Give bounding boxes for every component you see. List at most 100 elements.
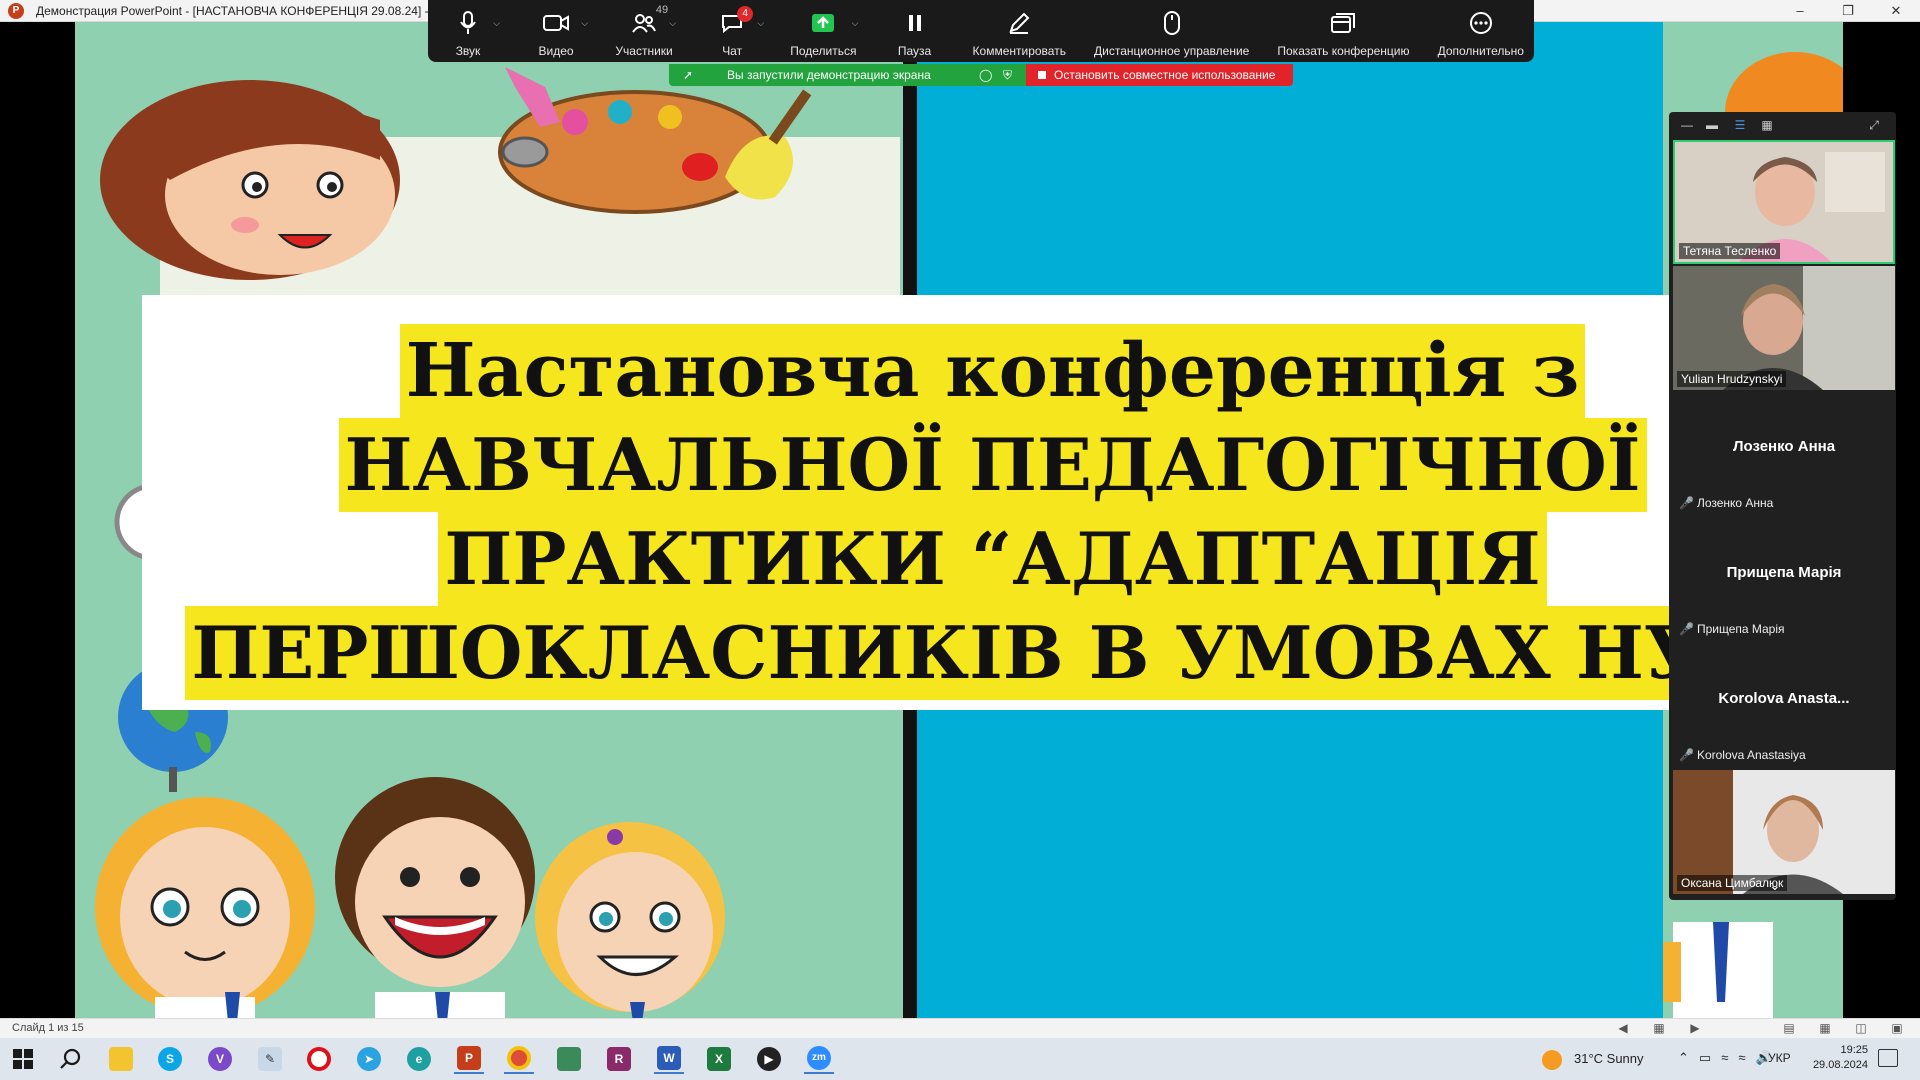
title-line-3: ПРАКТИКИ “АДАПТАЦІЯ	[438, 512, 1547, 606]
file-explorer-icon[interactable]	[106, 1044, 136, 1074]
chrome-icon[interactable]	[504, 1044, 534, 1074]
slide-sorter-icon[interactable]: ▦	[1816, 1021, 1834, 1036]
panel-header: — ▬ ☰ ▦ ⤢	[1669, 112, 1896, 138]
zoom-icon[interactable]: zm	[804, 1044, 834, 1074]
slide-title: Настановча конференція з НАВЧАЛЬНОЇ ПЕДА…	[142, 295, 1843, 700]
clock[interactable]: 19:25 29.08.2024	[1808, 1043, 1868, 1073]
viber-icon[interactable]: V	[205, 1044, 235, 1074]
network-icon[interactable]: ≈	[1721, 1050, 1728, 1066]
stop-icon	[1038, 71, 1046, 79]
video-button[interactable]: ⌵ Видео	[526, 0, 588, 62]
security-shield-icon[interactable]: ⛨	[1003, 64, 1012, 86]
chevron-up-icon[interactable]: ⌃	[1678, 1050, 1689, 1066]
boy-right-cartoon-icon	[1663, 922, 1773, 1018]
microphone-icon	[455, 10, 481, 36]
photos-icon[interactable]	[554, 1044, 584, 1074]
video-label: Видео	[538, 44, 574, 58]
windows-start-icon[interactable]	[8, 1044, 38, 1074]
chevron-down-icon[interactable]: ⌵	[852, 18, 859, 29]
participant-name: Прищепа Марія	[1696, 622, 1785, 636]
annotate-label: Комментировать	[972, 44, 1066, 58]
expand-icon[interactable]: ⤢	[1866, 118, 1882, 132]
minimize-panel-icon[interactable]: —	[1679, 118, 1695, 132]
chat-badge: 4	[737, 6, 754, 22]
chevron-down-icon[interactable]: ⌵	[581, 18, 588, 29]
participant-name-row: 🎤 Korolova Anastasiya	[1679, 748, 1806, 762]
title-line: Настановча конференція з	[142, 324, 1843, 418]
participant-tile-0[interactable]: Тетяна Тесленко	[1673, 140, 1895, 264]
participant-display-name: Korolova Anasta...	[1718, 690, 1850, 707]
more-label: Дополнительно	[1437, 44, 1524, 58]
skype-icon[interactable]: S	[155, 1044, 185, 1074]
word-icon[interactable]: W	[654, 1044, 684, 1074]
minimize-icon[interactable]: –	[1776, 0, 1824, 22]
title-line-2: НАВЧАЛЬНОЇ ПЕДАГОГІЧНОЇ	[338, 418, 1647, 512]
grid-view-icon[interactable]: ▦	[1759, 118, 1775, 132]
system-tray: ⌃ ▭ ≈ ≈ 🔊	[1678, 1050, 1772, 1066]
meeting-window-icon	[1330, 10, 1356, 36]
pencil-icon	[1006, 10, 1032, 36]
reading-view-icon[interactable]: ◫	[1852, 1021, 1870, 1036]
mouse-icon	[1159, 10, 1185, 36]
remote-control-button[interactable]: Дистанционное управление	[1094, 0, 1249, 62]
more-icon	[1468, 10, 1494, 36]
search-icon[interactable]	[56, 1044, 86, 1074]
next-slide-icon[interactable]: ▶	[1686, 1021, 1704, 1036]
participants-label: Участники	[615, 44, 673, 58]
winrar-icon[interactable]: R	[604, 1044, 634, 1074]
opera-icon[interactable]	[304, 1044, 334, 1074]
audio-label: Звук	[455, 44, 481, 58]
share-button[interactable]: ⌵ Поделиться	[790, 0, 859, 62]
wifi-icon[interactable]: ≈	[1738, 1050, 1745, 1066]
screen-share-status-bar[interactable]: ➚ Вы запустили демонстрацию экрана ◯ ⛨	[669, 64, 1026, 86]
participant-tile-2[interactable]: Лозенко Анна 🎤 Лозенко Анна	[1673, 392, 1895, 516]
participant-tile-3[interactable]: Прищепа Марія 🎤 Прищепа Марія	[1673, 518, 1895, 642]
participant-tile-5[interactable]: Оксана Цимбалюк	[1673, 770, 1895, 894]
paint-icon[interactable]: ✎	[255, 1044, 285, 1074]
title-line: ПРАКТИКИ “АДАПТАЦІЯ	[142, 512, 1843, 606]
normal-view-icon[interactable]: ▤	[1780, 1021, 1798, 1036]
notifications-icon[interactable]	[1878, 1049, 1898, 1067]
view-controls: ◀ ▦ ▶ ▤ ▦ ◫ ▣	[1614, 1021, 1906, 1036]
pin-icon[interactable]: ➚	[683, 64, 693, 86]
share-label: Поделиться	[790, 44, 857, 58]
muted-mic-icon: 🎤	[1679, 748, 1694, 762]
chat-button[interactable]: 4 ⌵ Чат	[702, 0, 764, 62]
girl-cartoon-icon	[100, 80, 400, 280]
more-button[interactable]: Дополнительно	[1438, 0, 1524, 62]
slide: Настановча конференція з НАВЧАЛЬНОЇ ПЕДА…	[75, 22, 1843, 1018]
show-meeting-button[interactable]: Показать конференцию	[1277, 0, 1410, 62]
powerpoint-taskbar-icon[interactable]: P	[454, 1044, 484, 1074]
stop-share-button[interactable]: Остановить совместное использование	[1026, 64, 1293, 86]
participants-button[interactable]: 49 ⌵ Участники	[614, 0, 676, 62]
media-player-icon[interactable]: ▶	[754, 1044, 784, 1074]
chevron-down-icon[interactable]: ⌵	[757, 18, 764, 29]
audio-button[interactable]: ⌵ Звук	[438, 0, 500, 62]
battery-icon[interactable]: ▭	[1699, 1050, 1711, 1066]
participant-tile-4[interactable]: Korolova Anasta... 🎤 Korolova Anastasiya	[1673, 644, 1895, 768]
participant-tile-1[interactable]: Yulian Hrudzynskyi	[1673, 266, 1895, 390]
slide-counter: Слайд 1 из 15	[12, 1022, 84, 1034]
scroll-down-icon[interactable]: ⌄	[1769, 877, 1781, 894]
telegram-icon[interactable]: ➤	[354, 1044, 384, 1074]
excel-icon[interactable]: X	[704, 1044, 734, 1074]
speaker-list-view-icon[interactable]: ☰	[1732, 118, 1748, 132]
slideshow-icon[interactable]: ▣	[1888, 1021, 1906, 1036]
powerpoint-logo-icon: P	[8, 3, 24, 19]
chevron-down-icon[interactable]: ⌵	[493, 18, 500, 29]
edge-icon[interactable]: e	[404, 1044, 434, 1074]
single-view-icon[interactable]: ▬	[1704, 118, 1720, 132]
pause-share-button[interactable]: Пауза	[885, 0, 945, 62]
participants-icon	[631, 10, 657, 36]
show-meeting-label: Показать конференцию	[1277, 44, 1410, 58]
close-icon[interactable]: ✕	[1872, 0, 1920, 22]
annotate-button[interactable]: Комментировать	[973, 0, 1066, 62]
participants-count: 49	[655, 4, 669, 16]
previous-slide-icon[interactable]: ◀	[1614, 1021, 1632, 1036]
participant-name-row: 🎤 Лозенко Анна	[1679, 496, 1773, 510]
language-indicator[interactable]: УКР	[1768, 1051, 1791, 1065]
weather-text[interactable]: 31°C Sunny	[1574, 1051, 1644, 1066]
slide-menu-icon[interactable]: ▦	[1650, 1021, 1668, 1036]
restore-icon[interactable]: ❐	[1824, 0, 1872, 22]
chevron-down-icon[interactable]: ⌵	[669, 18, 676, 29]
